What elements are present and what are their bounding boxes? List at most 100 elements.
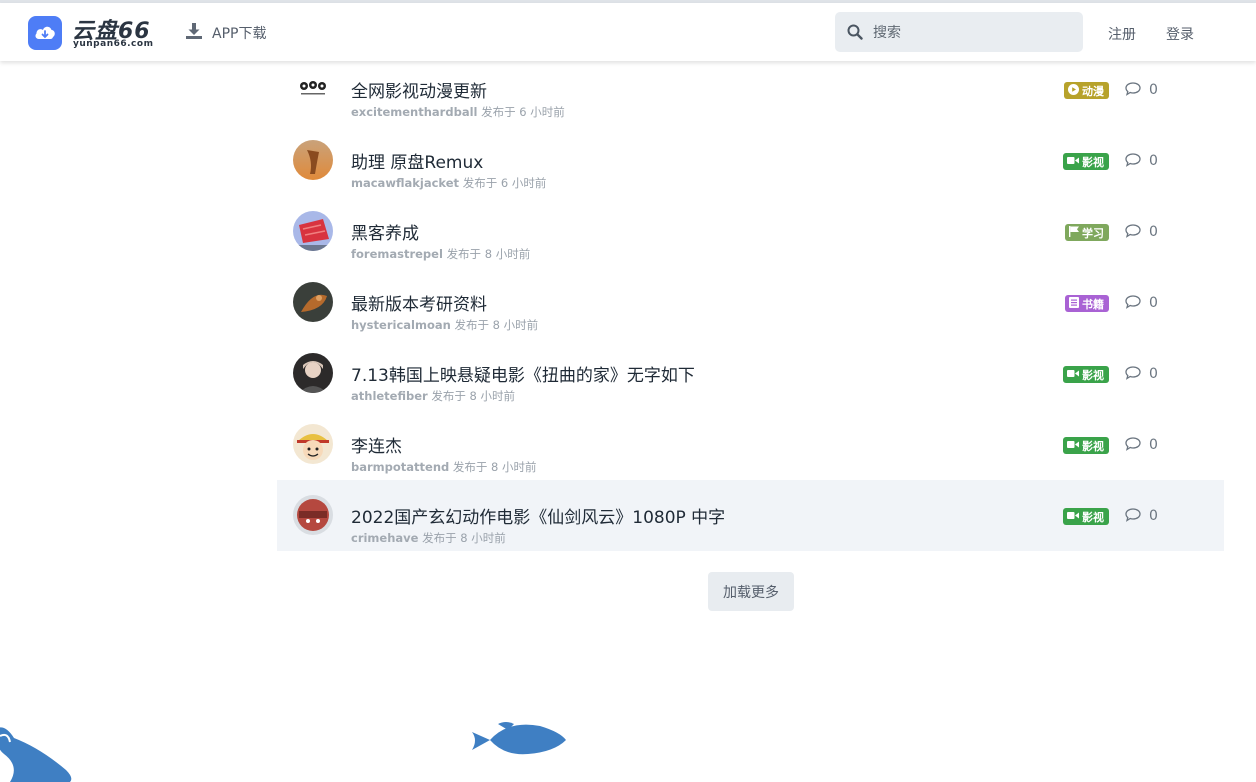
- post-title[interactable]: 助理 原盘Remux: [351, 148, 483, 173]
- post-title[interactable]: 7.13韩国上映悬疑电影《扭曲的家》无字如下: [351, 361, 695, 386]
- post-author[interactable]: crimehave: [351, 531, 418, 545]
- cloud-download-icon: [28, 16, 62, 50]
- comment-count-value: 0: [1149, 366, 1158, 382]
- avatar[interactable]: [293, 282, 333, 322]
- app-download-label: APP下载: [212, 26, 267, 42]
- comment-count[interactable]: 0: [1125, 293, 1158, 313]
- search-box[interactable]: [835, 12, 1083, 52]
- comment-count[interactable]: 0: [1125, 364, 1158, 384]
- tag-badge[interactable]: 影视: [1063, 366, 1109, 383]
- post-row[interactable]: 7.13韩国上映悬疑电影《扭曲的家》无字如下 athletefiber 发布于 …: [277, 338, 1224, 409]
- comment-count-value: 0: [1149, 82, 1158, 98]
- avatar[interactable]: [293, 495, 333, 535]
- tag-label: 影视: [1082, 368, 1104, 382]
- video-camera-icon: [1067, 368, 1079, 381]
- app-download-link[interactable]: APP下载: [186, 21, 266, 45]
- tag-badge[interactable]: 影视: [1063, 437, 1109, 454]
- avatar[interactable]: [293, 140, 333, 180]
- post-time: 发布于 8 小时前: [452, 460, 537, 474]
- comment-icon: [1125, 365, 1141, 384]
- post-row[interactable]: 2022国产玄幻动作电影《仙剑风云》1080P 中字 crimehave 发布于…: [277, 480, 1224, 551]
- comment-icon: [1125, 152, 1141, 171]
- tag-label: 影视: [1082, 155, 1104, 169]
- post-time: 发布于 8 小时前: [454, 318, 539, 332]
- load-more-button[interactable]: 加载更多: [708, 572, 794, 611]
- search-input[interactable]: [871, 20, 1075, 46]
- tag-label: 学习: [1082, 226, 1104, 240]
- play-circle-icon: [1068, 83, 1079, 98]
- comment-icon: [1125, 436, 1141, 455]
- tag-badge[interactable]: 动漫: [1064, 82, 1109, 99]
- post-time: 发布于 8 小时前: [446, 247, 531, 261]
- comment-count[interactable]: 0: [1125, 506, 1158, 526]
- comment-count[interactable]: 0: [1125, 80, 1158, 100]
- post-title[interactable]: 全网影视动漫更新: [351, 77, 487, 102]
- comment-count-value: 0: [1149, 224, 1158, 240]
- post-row[interactable]: 最新版本考研资料 hystericalmoan 发布于 8 小时前 书籍 0: [277, 267, 1224, 338]
- tag-label: 影视: [1082, 510, 1104, 524]
- comment-icon: [1125, 81, 1141, 100]
- book-icon: [1069, 296, 1079, 311]
- post-title[interactable]: 最新版本考研资料: [351, 290, 487, 315]
- comment-count-value: 0: [1149, 295, 1158, 311]
- logo[interactable]: 云盘66 yunpan66.com: [28, 16, 168, 52]
- comment-icon: [1125, 507, 1141, 526]
- video-camera-icon: [1067, 439, 1079, 452]
- fish-decoration-icon: [0, 727, 72, 782]
- post-time: 发布于 8 小时前: [422, 531, 506, 545]
- tag-badge[interactable]: 影视: [1063, 508, 1109, 525]
- header: 云盘66 yunpan66.com APP下载 注册 登录: [0, 3, 1256, 61]
- post-meta: foremastrepel 发布于 8 小时前: [351, 246, 530, 262]
- tag-badge[interactable]: 影视: [1063, 153, 1109, 170]
- post-meta: crimehave 发布于 8 小时前: [351, 530, 506, 546]
- register-link[interactable]: 注册: [1108, 24, 1136, 44]
- post-row[interactable]: 黑客养成 foremastrepel 发布于 8 小时前 学习 0: [277, 196, 1224, 267]
- video-camera-icon: [1067, 155, 1079, 168]
- avatar[interactable]: [293, 353, 333, 393]
- video-camera-icon: [1067, 510, 1079, 523]
- tag-label: 书籍: [1082, 297, 1104, 311]
- fish-decoration-icon: [472, 722, 566, 755]
- post-meta: athletefiber 发布于 8 小时前: [351, 388, 515, 404]
- download-icon: [186, 23, 202, 43]
- avatar[interactable]: [293, 211, 333, 251]
- post-meta: macawflakjacket 发布于 6 小时前: [351, 175, 546, 191]
- tag-badge[interactable]: 学习: [1065, 224, 1109, 241]
- comment-count[interactable]: 0: [1125, 222, 1158, 242]
- post-row[interactable]: 李连杰 barmpotattend 发布于 8 小时前 影视 0: [277, 409, 1224, 480]
- tag-badge[interactable]: 书籍: [1065, 295, 1109, 312]
- avatar[interactable]: [293, 69, 333, 109]
- avatar[interactable]: [293, 424, 333, 464]
- post-author[interactable]: barmpotattend: [351, 460, 449, 474]
- comment-count-value: 0: [1149, 153, 1158, 169]
- comment-count-value: 0: [1149, 508, 1158, 524]
- post-title[interactable]: 2022国产玄幻动作电影《仙剑风云》1080P 中字: [351, 503, 725, 528]
- post-meta: hystericalmoan 发布于 8 小时前: [351, 317, 538, 333]
- post-title[interactable]: 李连杰: [351, 432, 402, 457]
- post-row[interactable]: 助理 原盘Remux macawflakjacket 发布于 6 小时前 影视 …: [277, 125, 1224, 196]
- post-author[interactable]: hystericalmoan: [351, 318, 451, 332]
- post-list: 全网影视动漫更新 excitementhardball 发布于 6 小时前 动漫…: [277, 54, 1224, 551]
- post-row[interactable]: 全网影视动漫更新 excitementhardball 发布于 6 小时前 动漫…: [277, 54, 1224, 125]
- logo-domain: yunpan66.com: [73, 39, 154, 49]
- comment-count-value: 0: [1149, 437, 1158, 453]
- post-author[interactable]: foremastrepel: [351, 247, 443, 261]
- comment-count[interactable]: 0: [1125, 151, 1158, 171]
- post-title[interactable]: 黑客养成: [351, 219, 419, 244]
- post-meta: excitementhardball 发布于 6 小时前: [351, 104, 565, 120]
- comment-icon: [1125, 223, 1141, 242]
- comment-count[interactable]: 0: [1125, 435, 1158, 455]
- login-link[interactable]: 登录: [1166, 24, 1194, 44]
- comment-icon: [1125, 294, 1141, 313]
- post-meta: barmpotattend 发布于 8 小时前: [351, 459, 537, 475]
- post-author[interactable]: macawflakjacket: [351, 176, 459, 190]
- post-author[interactable]: athletefiber: [351, 389, 428, 403]
- post-time: 发布于 8 小时前: [431, 389, 516, 403]
- search-icon: [847, 24, 863, 40]
- tag-label: 动漫: [1082, 84, 1104, 98]
- tag-label: 影视: [1082, 439, 1104, 453]
- post-time: 发布于 6 小时前: [462, 176, 547, 190]
- post-time: 发布于 6 小时前: [481, 105, 565, 119]
- flag-icon: [1069, 225, 1079, 240]
- post-author[interactable]: excitementhardball: [351, 105, 477, 119]
